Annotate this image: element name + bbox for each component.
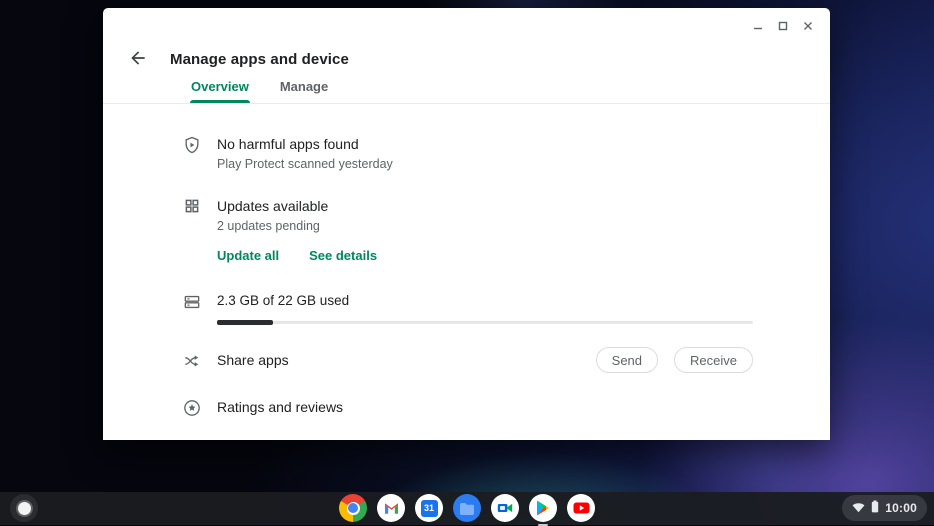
send-button[interactable]: Send <box>596 347 658 373</box>
back-button[interactable] <box>127 48 149 70</box>
close-icon <box>802 20 814 35</box>
share-buttons: Send Receive <box>596 347 753 373</box>
ratings-star-icon <box>182 397 202 418</box>
calendar-icon: 31 <box>415 494 443 522</box>
meet-icon <box>491 494 519 522</box>
shelf-item-meet[interactable] <box>491 494 519 522</box>
updates-subtitle: 2 updates pending <box>217 217 753 235</box>
storage-icon <box>182 291 202 324</box>
minimize-icon <box>752 20 764 35</box>
close-button[interactable] <box>800 19 816 35</box>
tab-manage[interactable]: Manage <box>279 79 329 103</box>
system-tray[interactable]: 10:00 <box>842 495 927 521</box>
window-caption-controls <box>750 19 816 35</box>
battery-icon <box>871 500 879 516</box>
shelf-app-list: 31 <box>339 494 595 522</box>
maximize-button[interactable] <box>775 19 791 35</box>
wifi-icon <box>852 501 865 516</box>
shelf-item-play-store[interactable] <box>529 494 557 522</box>
play-store-icon <box>529 494 557 522</box>
share-apps-title: Share apps <box>217 350 289 370</box>
play-protect-shield-icon <box>182 134 202 173</box>
launcher-icon <box>18 502 31 515</box>
storage-progress-bar <box>217 321 753 324</box>
play-protect-subtitle: Play Protect scanned yesterday <box>217 155 753 173</box>
shelf: 31 <box>0 492 934 525</box>
shelf-item-files[interactable] <box>453 494 481 522</box>
chrome-icon <box>339 494 367 522</box>
files-icon <box>453 494 481 522</box>
maximize-icon <box>777 20 789 35</box>
update-all-button[interactable]: Update all <box>217 248 279 263</box>
minimize-button[interactable] <box>750 19 766 35</box>
share-apps-row: Share apps Send Receive <box>182 347 753 373</box>
window-header: Manage apps and device <box>127 46 806 72</box>
play-protect-row: No harmful apps found Play Protect scann… <box>182 134 753 173</box>
desktop-wallpaper: Manage apps and device Overview Manage N… <box>0 0 934 525</box>
tab-bar: Overview Manage <box>103 80 830 104</box>
storage-progress-fill <box>217 320 273 325</box>
shelf-item-gmail[interactable] <box>377 494 405 522</box>
apps-grid-icon <box>182 196 202 263</box>
back-arrow-icon <box>128 48 148 71</box>
storage-usage-label: 2.3 GB of 22 GB used <box>217 291 753 311</box>
updates-row: Updates available 2 updates pending Upda… <box>182 196 753 263</box>
tab-overview[interactable]: Overview <box>190 79 250 103</box>
storage-row: 2.3 GB of 22 GB used <box>182 291 753 324</box>
shelf-item-calendar[interactable]: 31 <box>415 494 443 522</box>
youtube-icon <box>567 494 595 522</box>
updates-actions: Update all See details <box>217 248 753 263</box>
page-title: Manage apps and device <box>170 51 349 68</box>
clock: 10:00 <box>885 501 917 515</box>
play-store-window: Manage apps and device Overview Manage N… <box>103 8 830 440</box>
shelf-item-youtube[interactable] <box>567 494 595 522</box>
see-details-button[interactable]: See details <box>309 248 377 263</box>
ratings-title: Ratings and reviews <box>217 397 753 417</box>
launcher-button[interactable] <box>10 494 38 522</box>
shelf-item-chrome[interactable] <box>339 494 367 522</box>
gmail-icon <box>377 494 405 522</box>
ratings-row: Ratings and reviews <box>182 397 753 418</box>
receive-button[interactable]: Receive <box>674 347 753 373</box>
play-protect-title: No harmful apps found <box>217 134 753 154</box>
share-apps-icon <box>182 350 202 371</box>
updates-title: Updates available <box>217 196 753 216</box>
